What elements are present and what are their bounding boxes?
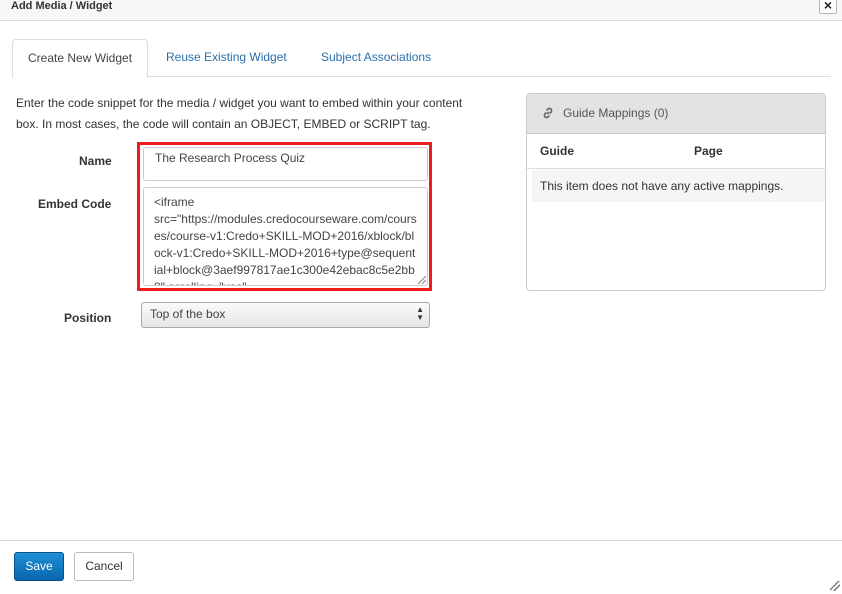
cancel-button[interactable]: Cancel <box>74 552 134 581</box>
dialog-title: Add Media / Widget <box>11 0 113 12</box>
panel-header: Guide Mappings (0) <box>527 94 825 134</box>
tab-create-new-widget[interactable]: Create New Widget <box>12 39 149 78</box>
dialog-footer: Save Cancel <box>0 540 842 594</box>
column-header-guide: Guide <box>540 144 575 158</box>
dialog-resize-handle[interactable] <box>830 581 840 591</box>
name-input[interactable]: The Research Process Quiz <box>143 147 428 181</box>
intro-text: Enter the code snippet for the media / w… <box>16 96 463 131</box>
select-arrows-icon: ▲ ▼ <box>416 305 424 322</box>
table-divider <box>527 168 825 169</box>
guide-mappings-panel: Guide Mappings (0) Guide Page This item … <box>526 93 826 291</box>
textarea-resize-grip[interactable] <box>418 276 426 284</box>
close-button[interactable]: × <box>819 0 837 14</box>
tab-subject-associations[interactable]: Subject Associations <box>306 39 446 77</box>
link-icon <box>543 107 553 119</box>
tab-bar: Create New Widget Reuse Existing Widget … <box>12 39 831 78</box>
embed-code-text: <iframe src="https://modules.credocourse… <box>154 195 417 285</box>
panel-title: Guide Mappings (0) <box>563 106 669 120</box>
name-label: Name <box>79 154 112 168</box>
tab-reuse-existing-widget[interactable]: Reuse Existing Widget <box>151 39 302 77</box>
position-select[interactable]: Top of the box ▲ ▼ <box>141 302 430 328</box>
embed-code-textarea[interactable]: <iframe src="https://modules.credocourse… <box>143 187 428 286</box>
save-button[interactable]: Save <box>14 552 64 581</box>
embed-code-label: Embed Code <box>38 197 112 211</box>
empty-mappings-message: This item does not have any active mappi… <box>532 170 825 202</box>
position-select-value: Top of the box <box>150 307 226 321</box>
dialog-titlebar: Add Media / Widget × <box>0 0 842 21</box>
position-label: Position <box>64 311 112 325</box>
column-header-page: Page <box>694 144 723 158</box>
